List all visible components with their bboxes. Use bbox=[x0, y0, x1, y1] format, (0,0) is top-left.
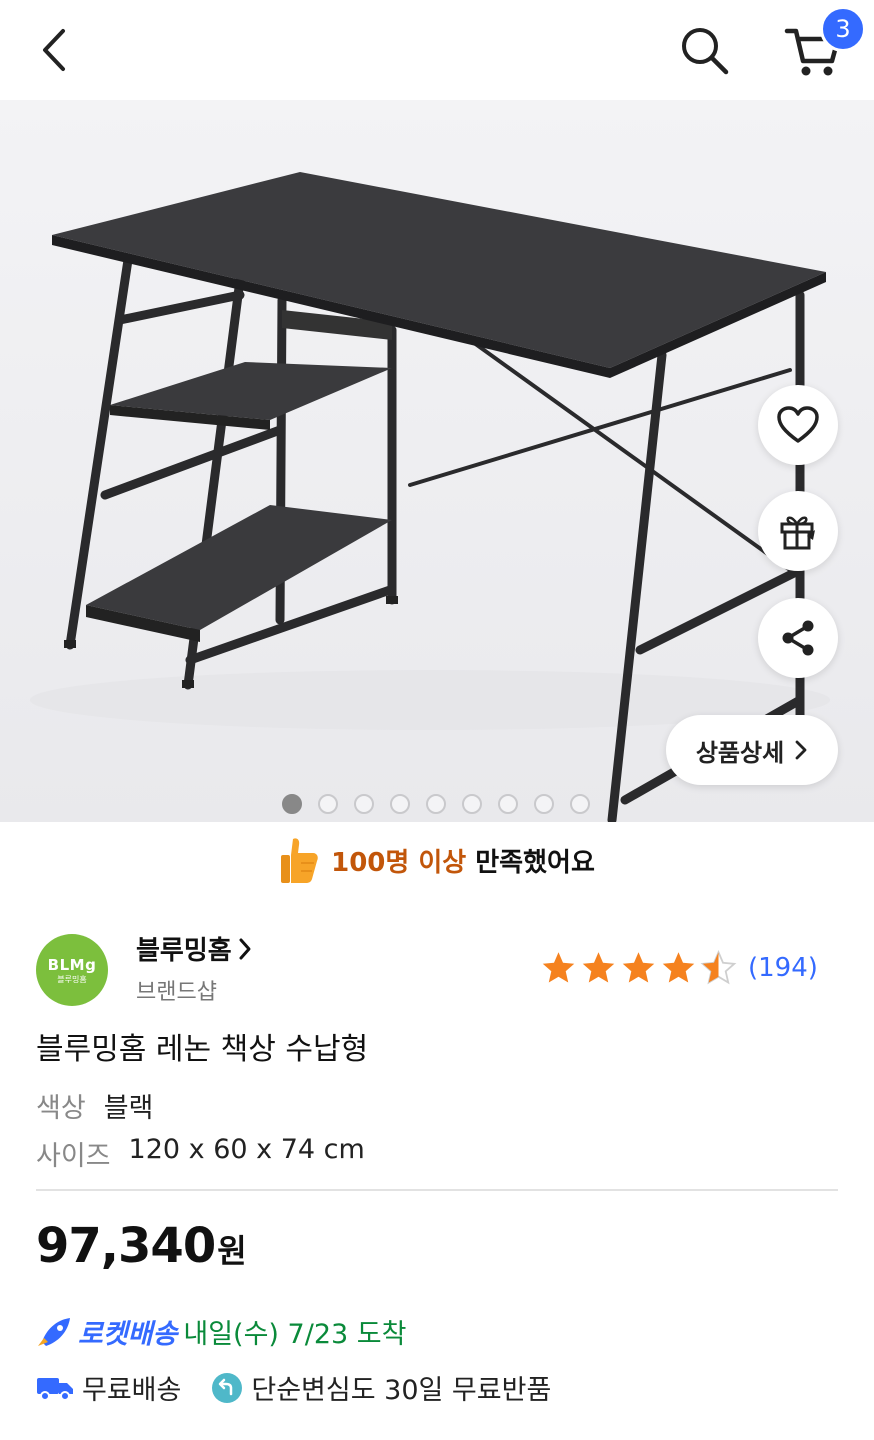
option-key: 색상 bbox=[36, 1093, 86, 1124]
rocket-delivery-label: 로켓배송 bbox=[78, 1319, 178, 1350]
share-icon bbox=[782, 620, 814, 656]
price-unit: 원 bbox=[217, 1232, 247, 1270]
search-icon bbox=[682, 28, 729, 75]
price-amount: 97,340 bbox=[36, 1218, 216, 1274]
return-policy-text: 단순변심도 30일 무료반품 bbox=[251, 1375, 552, 1406]
satisfaction-banner: 100명 이상 만족했어요 bbox=[0, 830, 874, 890]
carousel-dot[interactable] bbox=[426, 794, 446, 814]
star-full-icon bbox=[542, 952, 575, 983]
product-detail-button[interactable]: 상품상세 bbox=[666, 715, 838, 785]
brand-logo-text: BLMg bbox=[47, 955, 97, 974]
product-image-carousel[interactable]: 상품상세 bbox=[0, 100, 874, 822]
product-detail-label: 상품상세 bbox=[695, 738, 785, 767]
chevron-right-icon bbox=[239, 938, 251, 959]
return-icon bbox=[212, 1372, 243, 1403]
carousel-dot[interactable] bbox=[282, 794, 302, 814]
heart-icon bbox=[777, 406, 819, 443]
product-photo-desk bbox=[30, 172, 830, 822]
star-full-icon bbox=[582, 952, 615, 983]
gift-icon bbox=[780, 516, 815, 550]
carousel-dot[interactable] bbox=[534, 794, 554, 814]
option-key: 사이즈 bbox=[36, 1141, 111, 1172]
shipping-info: 무료배송 단순변심도 30일 무료반품 bbox=[36, 1368, 551, 1407]
star-full-icon bbox=[662, 952, 695, 983]
satisfaction-count: 100명 이상 bbox=[331, 847, 467, 878]
rocket-icon bbox=[38, 1317, 70, 1346]
brand-shop-label: 브랜드샵 bbox=[136, 980, 217, 1005]
review-count[interactable]: (194) bbox=[748, 953, 818, 983]
brand-name: 블루밍홈 bbox=[136, 936, 232, 966]
option-size: 사이즈 120 x 60 x 74 cm bbox=[36, 1134, 365, 1173]
star-half-icon bbox=[700, 950, 737, 985]
carousel-dot[interactable] bbox=[390, 794, 410, 814]
satisfaction-text: 만족했어요 bbox=[475, 847, 595, 878]
share-button[interactable] bbox=[758, 598, 838, 678]
carousel-dot[interactable] bbox=[570, 794, 590, 814]
option-color: 색상 블랙 bbox=[36, 1086, 153, 1125]
chevron-right-icon bbox=[795, 740, 807, 760]
truck-icon bbox=[37, 1377, 73, 1401]
carousel-dot[interactable] bbox=[462, 794, 482, 814]
price: 97,340 원 bbox=[36, 1218, 247, 1274]
back-button[interactable] bbox=[30, 24, 78, 76]
cart-count-badge: 3 bbox=[820, 6, 866, 52]
option-value: 블랙 bbox=[103, 1093, 154, 1124]
brand-name-link[interactable]: 블루밍홈 bbox=[136, 930, 252, 967]
search-button[interactable] bbox=[674, 22, 734, 78]
free-shipping-text: 무료배송 bbox=[82, 1375, 182, 1406]
divider bbox=[36, 1189, 838, 1191]
gift-button[interactable] bbox=[758, 491, 838, 571]
carousel-dot[interactable] bbox=[318, 794, 338, 814]
wishlist-button[interactable] bbox=[758, 385, 838, 465]
brand-logo-sub: 블루밍홈 bbox=[57, 974, 87, 984]
product-title: 블루밍홈 레논 책상 수납형 bbox=[36, 1032, 369, 1067]
thumbs-up-icon bbox=[281, 838, 318, 883]
carousel-dot[interactable] bbox=[354, 794, 374, 814]
delivery-eta: 내일(수) 7/23 도착 bbox=[183, 1319, 407, 1350]
star-full-icon bbox=[622, 952, 655, 983]
option-value: 120 x 60 x 74 cm bbox=[128, 1134, 365, 1165]
chevron-left-icon bbox=[43, 29, 65, 71]
brand-logo[interactable]: BLMg 블루밍홈 bbox=[36, 934, 108, 1006]
carousel-indicator bbox=[282, 794, 590, 814]
rocket-delivery: 로켓배송 내일(수) 7/23 도착 bbox=[36, 1312, 406, 1351]
carousel-dot[interactable] bbox=[498, 794, 518, 814]
top-bar: 3 bbox=[0, 0, 874, 100]
rating[interactable]: (194) bbox=[540, 950, 818, 986]
